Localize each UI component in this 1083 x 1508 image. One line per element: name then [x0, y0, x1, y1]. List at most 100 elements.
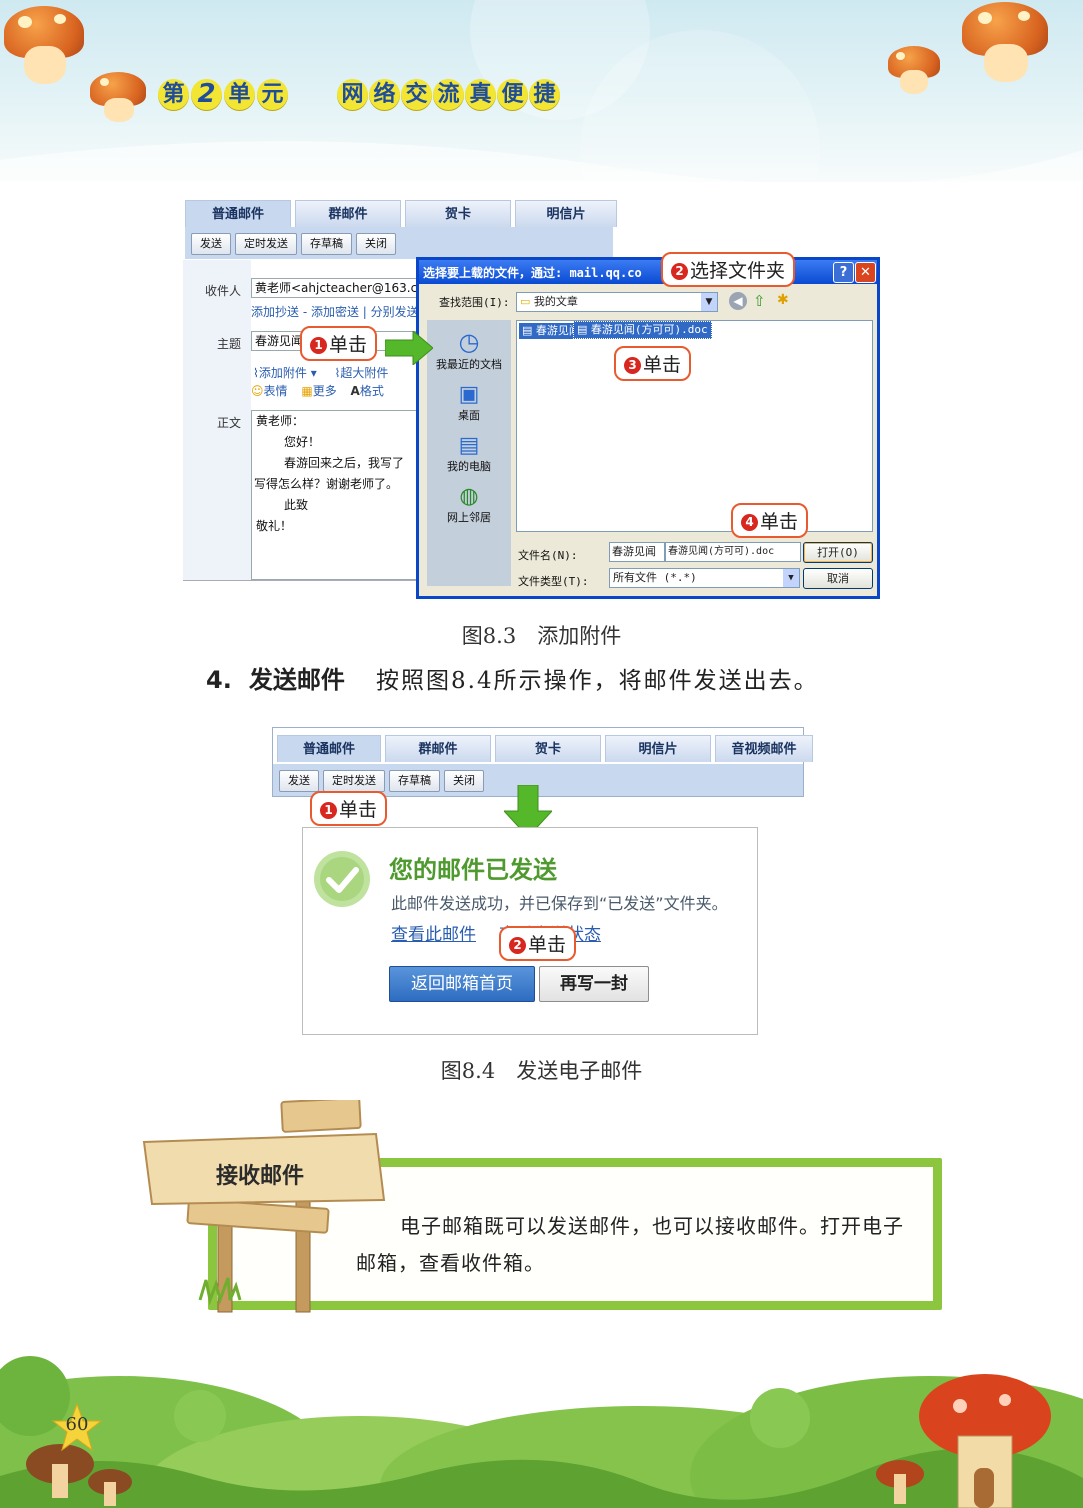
tab-group-mail[interactable]: 群邮件: [385, 735, 491, 762]
success-title: 您的邮件已发送: [389, 856, 557, 884]
tab-video-mail[interactable]: 音视频邮件: [715, 735, 813, 762]
chevron-down-icon[interactable]: ▼: [783, 569, 799, 587]
page-number: 60: [65, 1414, 89, 1435]
send-tabbar: 普通邮件 群邮件 贺卡 明信片 音视频邮件: [277, 735, 813, 762]
close-button[interactable]: 关闭: [444, 770, 484, 792]
body-label: 正文: [217, 416, 242, 430]
scheduled-send-button[interactable]: 定时发送: [235, 233, 297, 255]
place-recent-label: 我最近的文档: [436, 358, 502, 371]
new-folder-icon[interactable]: ✱: [777, 292, 789, 308]
to-label: 收件人: [205, 284, 242, 298]
lookin-label: 查找范围(I):: [439, 296, 510, 309]
unit-title-char: 络: [369, 79, 400, 110]
up-folder-icon[interactable]: ⇧: [753, 292, 766, 310]
footer-landscape: [0, 1356, 1083, 1508]
scheduled-send-button[interactable]: 定时发送: [323, 770, 385, 792]
file-upload-dialog: 选择要上载的文件，通过: mail.qq.co ? ✕ 查找范围(I): ▭ 我…: [416, 257, 880, 599]
more-link[interactable]: 更多: [313, 384, 337, 398]
place-network[interactable]: ◍ 网上邻居: [427, 484, 511, 525]
section-number: 4.: [206, 666, 232, 694]
callout-1: 1 单击: [300, 326, 378, 361]
mushroom-right-small-icon: [888, 46, 940, 94]
close-icon[interactable]: ✕: [855, 262, 876, 283]
filename-field[interactable]: 春游见闻: [609, 542, 665, 562]
place-network-label: 网上邻居: [447, 511, 491, 524]
figure-8-4-caption: 图8.4 发送电子邮件: [440, 1059, 643, 1083]
open-button[interactable]: 打开(O): [803, 542, 873, 563]
unit-title-char: 捷: [529, 79, 560, 110]
help-icon[interactable]: ?: [833, 262, 854, 283]
computer-icon: ▤: [458, 433, 480, 458]
page-header: 第 2 单 元 网 络 交 流 真 便 捷: [0, 0, 1083, 182]
compose-tabbar: 普通邮件 群邮件 贺卡 明信片: [185, 200, 617, 227]
section-4-heading-line: 4. 发送邮件 按照图8.4所示操作，将邮件发送出去。: [206, 660, 819, 695]
globe-icon: ◍: [459, 484, 479, 509]
format-row: ☺表情 ▦更多 A格式: [251, 382, 384, 399]
large-attachment-link[interactable]: 超大附件: [340, 366, 388, 380]
checkmark-icon: [314, 851, 370, 907]
dialog-titlebar: 选择要上载的文件，通过: mail.qq.co ? ✕: [419, 260, 877, 284]
figure-8-4: 普通邮件 群邮件 贺卡 明信片 音视频邮件 发送 定时发送 存草稿 关闭 1 单击 您的…: [272, 727, 813, 1037]
tip-box: 接收邮件 电子邮箱既可以发送邮件，也可以接收邮件。打开电子邮箱，查看收件箱。: [140, 1100, 950, 1316]
wooden-signpost-icon: [142, 1100, 386, 1313]
unit-title-char: 便: [497, 79, 528, 110]
send-button[interactable]: 发送: [279, 770, 319, 792]
tab-postcard[interactable]: 明信片: [515, 200, 617, 227]
file-item-selected[interactable]: ▤ 春游见闻(方可可).doc: [573, 321, 712, 339]
chevron-down-icon[interactable]: ▼: [701, 293, 717, 311]
callout-send-1: 1 单击: [310, 791, 388, 826]
save-draft-button[interactable]: 存草稿: [301, 233, 352, 255]
success-description: 此邮件发送成功，并已保存到“已发送”文件夹。: [391, 894, 728, 913]
save-draft-button[interactable]: 存草稿: [389, 770, 440, 792]
tab-normal-mail[interactable]: 普通邮件: [277, 735, 381, 762]
tip-text: 电子邮箱既可以发送邮件，也可以接收邮件。打开电子邮箱，查看收件箱。: [356, 1214, 904, 1275]
callout-2: 2 选择文件夹: [661, 252, 796, 287]
place-desktop[interactable]: ▣ 桌面: [427, 382, 511, 423]
tab-group-mail[interactable]: 群邮件: [295, 200, 401, 227]
cancel-button[interactable]: 取消: [803, 568, 873, 589]
lookin-value: 我的文章: [533, 295, 578, 308]
callout-3: 3 单击: [614, 346, 692, 381]
tip-sign-title: 接收邮件: [216, 1164, 305, 1189]
write-another-button[interactable]: 再写一封: [539, 966, 649, 1002]
place-desktop-label: 桌面: [458, 409, 480, 422]
view-mail-link[interactable]: 查看此邮件: [391, 920, 476, 945]
place-recent[interactable]: ◷ 我最近的文档: [427, 328, 511, 372]
subject-label: 主题: [217, 337, 242, 351]
green-arrow-right-icon: [385, 331, 433, 365]
tab-normal-mail[interactable]: 普通邮件: [185, 200, 291, 227]
emoji-link[interactable]: 表情: [264, 384, 288, 398]
filetype-select[interactable]: 所有文件 (*.*) ▼: [609, 568, 800, 588]
compose-toolbar: 发送 定时发送 存草稿 关闭: [185, 227, 613, 259]
clock-document-icon: ◷: [458, 328, 480, 356]
folder-icon: ▭: [520, 295, 531, 308]
place-computer[interactable]: ▤ 我的电脑: [427, 433, 511, 474]
grid-icon: ▦: [301, 384, 313, 398]
mushroom-right-large-icon: [962, 2, 1048, 82]
send-success-panel: 您的邮件已发送 此邮件发送成功，并已保存到“已发送”文件夹。 查看此邮件 查看发…: [302, 827, 758, 1035]
add-attachment-link[interactable]: 添加附件: [259, 366, 307, 380]
chevron-down-icon[interactable]: ▾: [307, 366, 321, 380]
file-list: ▤ 春游见闻 ▤ 春游见闻(方可可).doc: [516, 320, 873, 532]
tab-greeting-card[interactable]: 贺卡: [495, 735, 601, 762]
attach-row: ⌇添加附件 ▾ ⌇超大附件: [253, 364, 388, 381]
unit-suffix: 单: [224, 79, 255, 110]
format-link[interactable]: 格式: [360, 384, 384, 398]
filename-label: 文件名(N):: [518, 549, 578, 562]
send-button[interactable]: 发送: [191, 233, 231, 255]
unit-title-char: 真: [465, 79, 496, 110]
close-button[interactable]: 关闭: [356, 233, 396, 255]
filename-field-2[interactable]: 春游见闻(方可可).doc: [665, 542, 801, 562]
back-icon[interactable]: ◀: [729, 292, 747, 310]
return-inbox-button[interactable]: 返回邮箱首页: [389, 966, 535, 1002]
page-footer: 60: [0, 1356, 1083, 1508]
unit-title-char: 网: [337, 79, 368, 110]
section-text: 按照图8.4所示操作，将邮件发送出去。: [376, 668, 819, 694]
figure-8-3-caption: 图8.3 添加附件: [461, 624, 622, 648]
tab-greeting-card[interactable]: 贺卡: [405, 200, 511, 227]
tab-postcard[interactable]: 明信片: [605, 735, 711, 762]
desktop-icon: ▣: [458, 382, 480, 407]
cc-links[interactable]: 添加抄送 - 添加密送 | 分别发送: [251, 303, 419, 320]
filetype-value: 所有文件 (*.*): [613, 571, 697, 584]
lookin-select[interactable]: ▭ 我的文章 ▼: [516, 292, 718, 312]
